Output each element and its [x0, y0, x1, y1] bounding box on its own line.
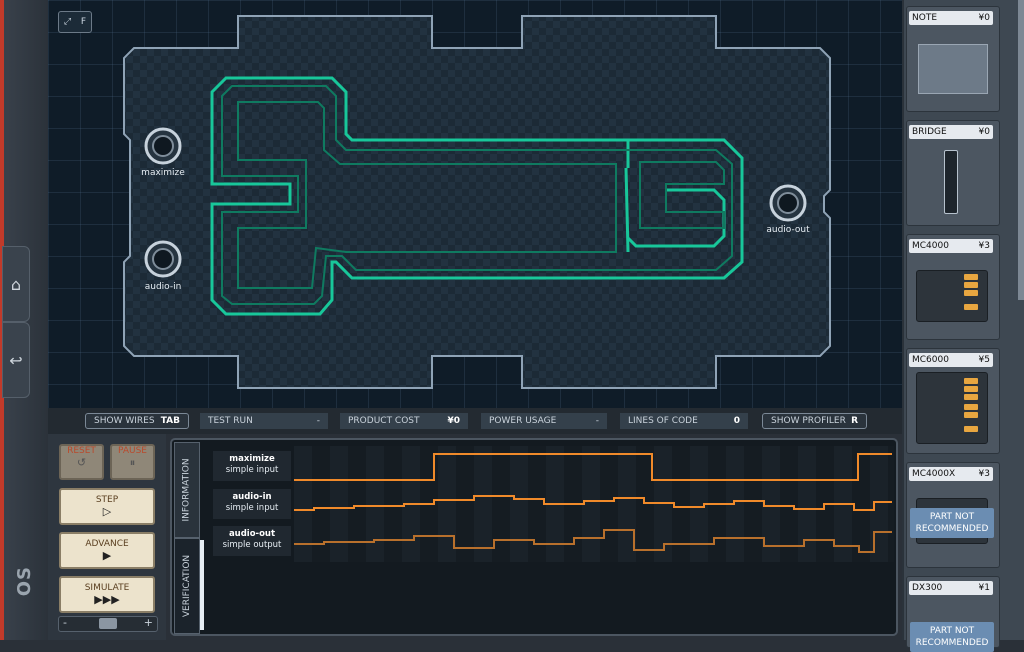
- signal-kind: simple input: [225, 465, 279, 475]
- pin-label-audio-out: audio-out: [766, 225, 810, 235]
- show-wires-button[interactable]: SHOW WIRES TAB: [85, 413, 189, 429]
- chip-register: [964, 394, 978, 400]
- lines-of-code-value: 0: [733, 416, 740, 426]
- parts-scrollbar[interactable]: [1018, 0, 1024, 300]
- product-cost-value: ¥0: [447, 416, 460, 426]
- tab-verification-label: VERIFICATION: [182, 554, 193, 618]
- chip-register: [964, 274, 978, 280]
- part-mc6000-header: MC6000 ¥5: [909, 353, 993, 367]
- chip-register: [964, 404, 978, 410]
- pause-label: PAUSE: [118, 446, 147, 456]
- signal-label-maximize: maximize simple input: [213, 451, 291, 481]
- step-button[interactable]: STEP ▷: [59, 488, 155, 525]
- circuit-board: [123, 15, 831, 389]
- simulate-button[interactable]: SIMULATE ▶▶▶: [59, 576, 155, 613]
- reset-button[interactable]: RESET ↺: [59, 444, 104, 480]
- part-name: BRIDGE: [912, 127, 947, 137]
- part-price: ¥0: [978, 127, 990, 137]
- lines-of-code-label: LINES OF CODE: [628, 416, 698, 426]
- step-icon: ▷: [102, 505, 112, 518]
- speed-slider-handle[interactable]: [99, 618, 117, 629]
- lines-of-code-stat: LINES OF CODE 0: [620, 413, 748, 429]
- signal-kind: simple input: [225, 503, 279, 513]
- show-profiler-key: R: [851, 416, 858, 426]
- pin-audio-out: [769, 184, 807, 222]
- chip-register: [964, 282, 978, 288]
- reset-icon: ↺: [76, 456, 87, 469]
- signal-kind: simple output: [222, 540, 282, 550]
- product-cost-stat: PRODUCT COST ¥0: [340, 413, 468, 429]
- power-usage-stat: POWER USAGE -: [481, 413, 607, 429]
- part-name: DX300: [912, 583, 943, 593]
- pin-label-audio-in: audio-in: [144, 282, 182, 292]
- tab-verification[interactable]: VERIFICATION: [174, 538, 200, 634]
- speed-minus-icon[interactable]: -: [63, 616, 67, 629]
- step-label: STEP: [95, 495, 119, 505]
- power-usage-value: -: [595, 416, 599, 426]
- note-icon: [918, 44, 988, 94]
- advance-label: ADVANCE: [85, 539, 129, 549]
- part-mc4000-header: MC4000 ¥3: [909, 239, 993, 253]
- show-profiler-label: SHOW PROFILER: [771, 416, 846, 426]
- part-name: MC6000: [912, 355, 949, 365]
- not-recommended-badge: PART NOT RECOMMENDED: [910, 622, 994, 652]
- part-name: MC4000X: [912, 469, 956, 479]
- part-note-header: NOTE ¥0: [909, 11, 993, 25]
- os-logo: OS: [14, 566, 35, 597]
- chip-register: [964, 290, 978, 296]
- test-run-stat: TEST RUN -: [200, 413, 328, 429]
- simulate-icon: ▶▶▶: [94, 593, 120, 606]
- not-recommended-badge: PART NOT RECOMMENDED: [910, 508, 994, 538]
- test-run-label: TEST RUN: [208, 416, 253, 426]
- advance-icon: ▶: [102, 549, 112, 562]
- waveform-display: [294, 446, 894, 562]
- tab-information-label: INFORMATION: [182, 458, 192, 522]
- pin-audio-in: [144, 240, 182, 278]
- part-name: MC4000: [912, 241, 949, 251]
- pause-icon: ⏸: [129, 456, 136, 469]
- advance-button[interactable]: ADVANCE ▶: [59, 532, 155, 569]
- pin-maximize: [144, 127, 182, 165]
- chip-register: [964, 378, 978, 384]
- part-price: ¥5: [978, 355, 990, 365]
- part-price: ¥3: [978, 469, 990, 479]
- part-bridge-header: BRIDGE ¥0: [909, 125, 993, 139]
- test-run-value: -: [316, 416, 320, 426]
- part-price: ¥0: [978, 13, 990, 23]
- chip-register: [964, 426, 978, 432]
- pin-label-maximize: maximize: [141, 168, 185, 178]
- show-wires-key: TAB: [160, 416, 180, 426]
- signal-label-audio-out: audio-out simple output: [213, 526, 291, 556]
- signal-name: audio-in: [232, 492, 272, 502]
- pause-button[interactable]: PAUSE ⏸: [110, 444, 155, 480]
- part-price: ¥3: [978, 241, 990, 251]
- chip-register: [964, 412, 978, 418]
- chip-register: [964, 304, 978, 310]
- signal-label-audio-in: audio-in simple input: [213, 489, 291, 519]
- speed-plus-icon[interactable]: +: [144, 616, 153, 629]
- product-cost-label: PRODUCT COST: [348, 416, 420, 426]
- part-name: NOTE: [912, 13, 938, 23]
- part-mc4000x-header: MC4000X ¥3: [909, 467, 993, 481]
- signal-name: maximize: [229, 454, 275, 464]
- signal-name: audio-out: [228, 529, 276, 539]
- reset-label: RESET: [67, 446, 96, 456]
- tab-information[interactable]: INFORMATION: [174, 442, 200, 538]
- tab-active-indicator: [200, 540, 204, 630]
- speed-slider[interactable]: - +: [58, 616, 158, 632]
- chip-register: [964, 386, 978, 392]
- part-price: ¥1: [978, 583, 990, 593]
- simulate-label: SIMULATE: [84, 583, 130, 593]
- bridge-icon: [944, 150, 958, 214]
- show-wires-label: SHOW WIRES: [94, 416, 155, 426]
- show-profiler-button[interactable]: SHOW PROFILER R: [762, 413, 867, 429]
- power-usage-label: POWER USAGE: [489, 416, 557, 426]
- part-dx300-header: DX300 ¥1: [909, 581, 993, 595]
